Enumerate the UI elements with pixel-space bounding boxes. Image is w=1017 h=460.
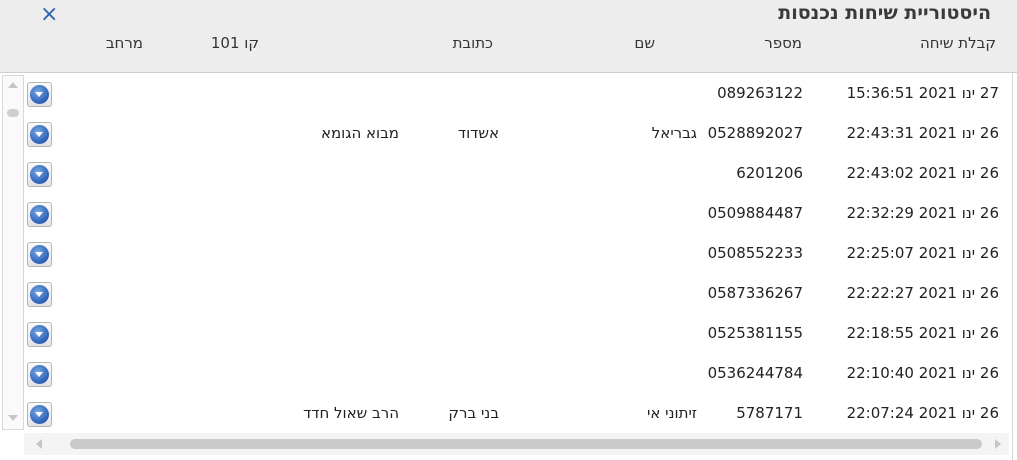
- cell-date: 26 ינו 2021 22:22:27: [846, 284, 999, 302]
- window-header: היסטוריית שיחות נכנסות × קבלת שיחה מספר …: [0, 0, 1017, 73]
- table-row[interactable]: 26 ינו 2021 22:18:55 0525381155: [0, 315, 1017, 355]
- table-row[interactable]: 26 ינו 2021 22:32:29 0509884487: [0, 195, 1017, 235]
- row-action-button[interactable]: [27, 402, 52, 427]
- row-action-button[interactable]: [27, 162, 52, 187]
- cell-number: 0587336267: [707, 284, 803, 302]
- row-action-button[interactable]: [27, 202, 52, 227]
- cell-street: מבוא הגומא: [320, 124, 399, 142]
- dropdown-icon: [30, 365, 49, 384]
- scroll-right-icon[interactable]: [995, 439, 1001, 449]
- column-header-number[interactable]: מספר: [764, 34, 802, 52]
- column-header-extension[interactable]: מרחב: [106, 34, 143, 52]
- scroll-up-icon[interactable]: [8, 82, 18, 88]
- dropdown-icon: [30, 205, 49, 224]
- row-action-button[interactable]: [27, 282, 52, 307]
- dropdown-icon: [30, 85, 49, 104]
- column-header-received[interactable]: קבלת שיחה: [920, 34, 996, 52]
- row-action-button[interactable]: [27, 322, 52, 347]
- cell-date: 26 ינו 2021 22:07:24: [846, 404, 999, 422]
- dropdown-icon: [30, 285, 49, 304]
- cell-date: 26 ינו 2021 22:43:31: [846, 124, 999, 142]
- cell-number: 0525381155: [707, 324, 803, 342]
- cell-name: זיתוני אי: [646, 404, 697, 422]
- table-row[interactable]: 26 ינו 2021 22:22:27 0587336267: [0, 275, 1017, 315]
- cell-number: 0536244784: [707, 364, 803, 382]
- cell-name: גבריאל: [651, 124, 697, 142]
- close-icon[interactable]: ×: [40, 2, 58, 28]
- horizontal-scroll-thumb[interactable]: [70, 439, 982, 449]
- cell-date: 27 ינו 2021 15:36:51: [846, 84, 999, 102]
- column-header-address[interactable]: כתובת: [453, 34, 493, 52]
- cell-street: הרב שאול חדד: [303, 404, 399, 422]
- window-title: היסטוריית שיחות נכנסות: [778, 2, 991, 24]
- vertical-scrollbar[interactable]: [2, 75, 24, 430]
- scroll-left-icon[interactable]: [36, 439, 42, 449]
- dropdown-icon: [30, 325, 49, 344]
- cell-number: 6201206: [736, 164, 803, 182]
- vertical-scroll-thumb[interactable]: [7, 109, 19, 117]
- row-action-button[interactable]: [27, 122, 52, 147]
- cell-date: 26 ינו 2021 22:32:29: [846, 204, 999, 222]
- column-header-line[interactable]: קו 101: [211, 34, 259, 52]
- cell-number: 089263122: [717, 84, 803, 102]
- window-border: [1012, 72, 1013, 460]
- dropdown-icon: [30, 245, 49, 264]
- cell-city: אשדוד: [457, 124, 499, 142]
- dropdown-icon: [30, 125, 49, 144]
- call-list: 27 ינו 2021 15:36:51 089263122 26 ינו 20…: [0, 75, 1017, 430]
- row-action-button[interactable]: [27, 362, 52, 387]
- row-action-button[interactable]: [27, 242, 52, 267]
- table-row[interactable]: 26 ינו 2021 22:25:07 0508552233: [0, 235, 1017, 275]
- table-row[interactable]: 26 ינו 2021 22:10:40 0536244784: [0, 355, 1017, 395]
- cell-date: 26 ינו 2021 22:43:02: [846, 164, 999, 182]
- cell-number: 0528892027: [707, 124, 803, 142]
- table-row[interactable]: 26 ינו 2021 22:43:02 6201206: [0, 155, 1017, 195]
- row-action-button[interactable]: [27, 82, 52, 107]
- table-row[interactable]: 26 ינו 2021 22:07:24 5787171 זיתוני אי ב…: [0, 395, 1017, 430]
- horizontal-scrollbar[interactable]: [24, 433, 1009, 455]
- dropdown-icon: [30, 405, 49, 424]
- cell-city: בני ברק: [448, 404, 499, 422]
- cell-date: 26 ינו 2021 22:25:07: [846, 244, 999, 262]
- cell-date: 26 ינו 2021 22:10:40: [846, 364, 999, 382]
- cell-number: 0509884487: [707, 204, 803, 222]
- cell-number: 5787171: [736, 404, 803, 422]
- table-row[interactable]: 27 ינו 2021 15:36:51 089263122: [0, 75, 1017, 115]
- table-row[interactable]: 26 ינו 2021 22:43:31 0528892027 גבריאל א…: [0, 115, 1017, 155]
- cell-date: 26 ינו 2021 22:18:55: [846, 324, 999, 342]
- cell-number: 0508552233: [707, 244, 803, 262]
- scroll-down-icon[interactable]: [8, 415, 18, 421]
- dropdown-icon: [30, 165, 49, 184]
- column-header-name[interactable]: שם: [634, 34, 655, 52]
